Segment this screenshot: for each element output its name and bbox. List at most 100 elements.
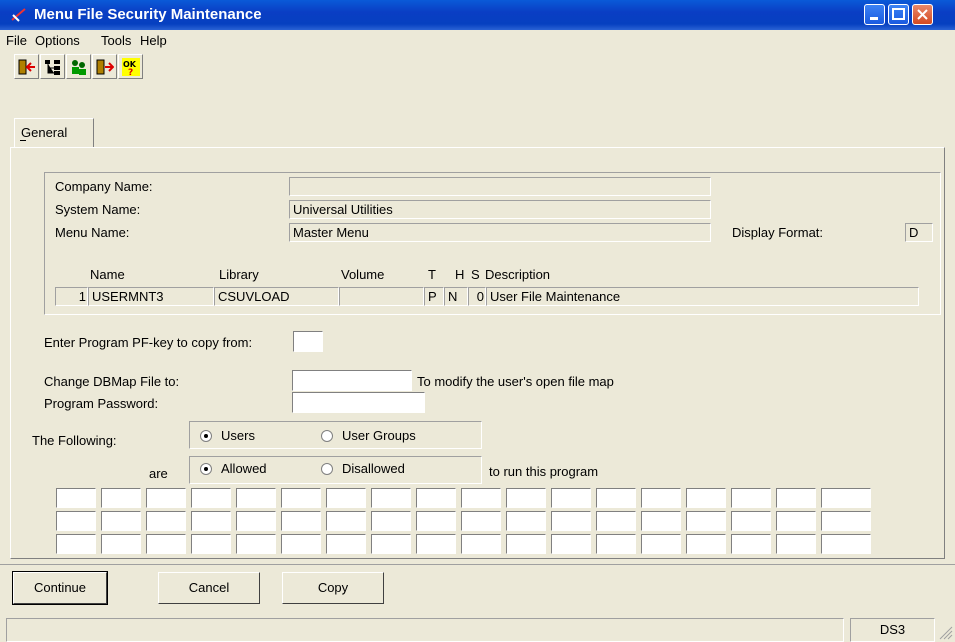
pfkey-input[interactable]: [293, 331, 323, 352]
user-grid-cell[interactable]: [776, 511, 816, 531]
minimize-button[interactable]: [864, 4, 885, 25]
continue-button[interactable]: Continue: [12, 571, 108, 605]
user-grid-cell[interactable]: [101, 534, 141, 554]
password-label: Program Password:: [44, 396, 159, 411]
program-row-library: CSUVLOAD: [214, 287, 339, 306]
user-grid-cell[interactable]: [56, 511, 96, 531]
user-grid-cell[interactable]: [56, 488, 96, 508]
user-grid-cell[interactable]: [326, 511, 366, 531]
close-button[interactable]: [912, 4, 933, 25]
company-name-field: [289, 177, 711, 196]
user-grid-cell[interactable]: [596, 488, 636, 508]
user-grid-cell[interactable]: [686, 534, 726, 554]
user-grid-cell[interactable]: [281, 488, 321, 508]
close-icon: [917, 9, 928, 20]
user-grid-cell[interactable]: [461, 534, 501, 554]
resize-grip-icon[interactable]: [939, 626, 953, 640]
user-grid-cell[interactable]: [416, 534, 456, 554]
menu-bar: File Options Tools Help: [0, 30, 955, 50]
user-groups-radio-label[interactable]: User Groups: [342, 428, 416, 443]
user-grid-cell[interactable]: [281, 534, 321, 554]
system-name-label: System Name:: [55, 202, 141, 217]
user-grid-cell[interactable]: [551, 534, 591, 554]
user-grid-cell[interactable]: [506, 534, 546, 554]
user-grid-cell[interactable]: [506, 511, 546, 531]
user-grid-cell[interactable]: [821, 534, 871, 554]
user-grid-cell[interactable]: [416, 511, 456, 531]
user-grid-cell[interactable]: [821, 488, 871, 508]
user-grid-cell[interactable]: [371, 534, 411, 554]
users-radio[interactable]: [200, 430, 212, 442]
ok-help-button[interactable]: OK?: [118, 54, 143, 79]
user-grid-cell[interactable]: [731, 534, 771, 554]
col-h-header: H: [455, 267, 465, 282]
user-grid-cell[interactable]: [641, 534, 681, 554]
allowed-radio-label[interactable]: Allowed: [221, 461, 267, 476]
user-grid-cell[interactable]: [776, 534, 816, 554]
user-grid-cell[interactable]: [551, 511, 591, 531]
user-grid-cell[interactable]: [461, 511, 501, 531]
dbmap-input[interactable]: [292, 370, 412, 391]
user-grid-cell[interactable]: [776, 488, 816, 508]
user-grid-cell[interactable]: [281, 511, 321, 531]
user-grid-cell[interactable]: [56, 534, 96, 554]
user-grid-cell[interactable]: [371, 511, 411, 531]
exit-button[interactable]: [14, 54, 39, 79]
user-grid-cell[interactable]: [236, 488, 276, 508]
users-button[interactable]: [66, 54, 91, 79]
menu-options[interactable]: Options: [35, 33, 80, 48]
disallowed-radio-label[interactable]: Disallowed: [342, 461, 405, 476]
user-grid-cell[interactable]: [371, 488, 411, 508]
svg-text:?: ?: [128, 68, 133, 76]
tab-general[interactable]: General: [14, 118, 94, 148]
disallowed-radio[interactable]: [321, 463, 333, 475]
user-grid-cell[interactable]: [101, 488, 141, 508]
user-grid-cell[interactable]: [191, 488, 231, 508]
user-grid-cell[interactable]: [686, 488, 726, 508]
minimize-icon: [870, 17, 878, 20]
user-grid-cell[interactable]: [146, 534, 186, 554]
program-row-description: User File Maintenance: [486, 287, 919, 306]
user-grid-cell[interactable]: [821, 511, 871, 531]
user-grid-cell[interactable]: [326, 534, 366, 554]
maximize-button[interactable]: [888, 4, 909, 25]
user-grid-cell[interactable]: [731, 488, 771, 508]
users-radio-label[interactable]: Users: [221, 428, 255, 443]
copy-button[interactable]: Copy: [282, 572, 384, 604]
user-grid-cell[interactable]: [506, 488, 546, 508]
user-grid-cell[interactable]: [461, 488, 501, 508]
password-input[interactable]: [292, 392, 425, 413]
following-label: The Following:: [32, 433, 117, 448]
user-grid-cell[interactable]: [236, 511, 276, 531]
pfkey-label: Enter Program PF-key to copy from:: [44, 335, 253, 350]
user-grid-cell[interactable]: [236, 534, 276, 554]
user-grid-cell[interactable]: [551, 488, 591, 508]
user-grid-cell[interactable]: [641, 488, 681, 508]
menu-name-label: Menu Name:: [55, 225, 130, 240]
user-grid-cell[interactable]: [596, 511, 636, 531]
program-row-num: 1: [55, 287, 88, 306]
user-grid-cell[interactable]: [101, 511, 141, 531]
allowed-radio[interactable]: [200, 463, 212, 475]
user-grid-cell[interactable]: [326, 488, 366, 508]
menu-file[interactable]: File: [6, 33, 27, 48]
cancel-button[interactable]: Cancel: [158, 572, 260, 604]
menu-help[interactable]: Help: [140, 33, 167, 48]
user-grid-cell[interactable]: [641, 511, 681, 531]
user-grid-cell[interactable]: [731, 511, 771, 531]
tab-mnemonic-underline: [20, 140, 26, 141]
display-format-field: D: [905, 223, 933, 242]
next-button[interactable]: [92, 54, 117, 79]
user-grid-cell[interactable]: [191, 534, 231, 554]
user-grid-cell[interactable]: [146, 511, 186, 531]
user-grid-cell[interactable]: [596, 534, 636, 554]
menu-tools[interactable]: Tools: [101, 33, 131, 48]
title-bar[interactable]: Menu File Security Maintenance: [0, 0, 955, 30]
user-groups-radio[interactable]: [321, 430, 333, 442]
window: Menu File Security Maintenance File Opti…: [0, 0, 955, 642]
tree-button[interactable]: [40, 54, 65, 79]
user-grid-cell[interactable]: [191, 511, 231, 531]
user-grid-cell[interactable]: [146, 488, 186, 508]
user-grid-cell[interactable]: [416, 488, 456, 508]
user-grid-cell[interactable]: [686, 511, 726, 531]
